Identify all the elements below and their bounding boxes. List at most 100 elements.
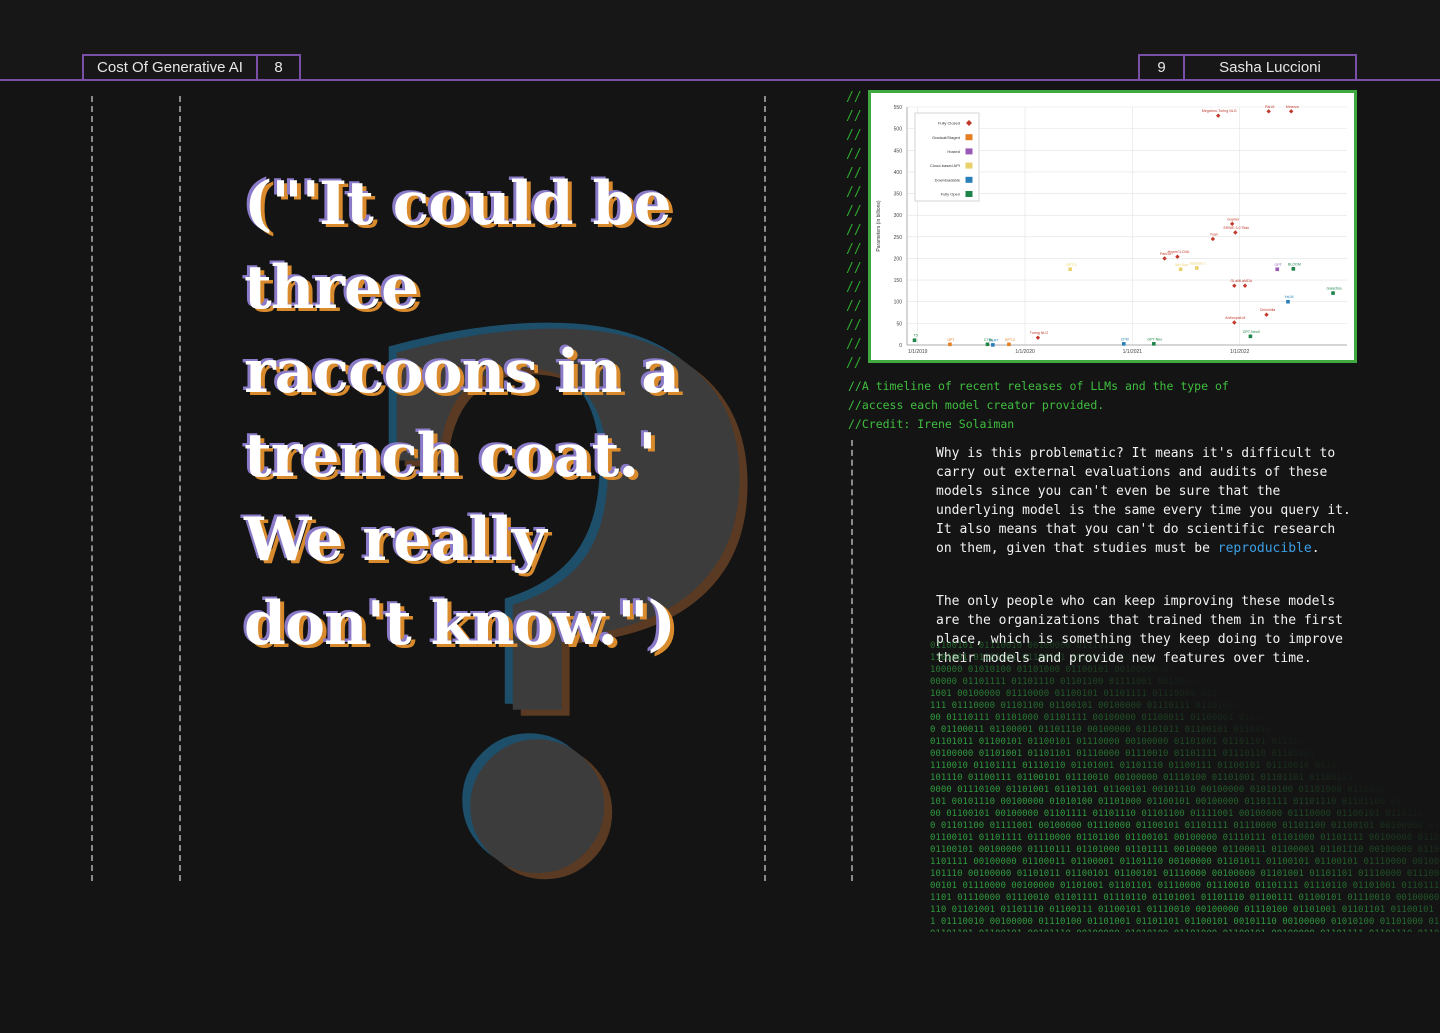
y-tick-label: 500	[894, 127, 903, 133]
y-tick-label: 0	[899, 343, 902, 349]
binary-row: 1 01110010 00100000 01110100 01101001 01…	[930, 917, 1440, 927]
y-tick-label: 400	[894, 170, 903, 176]
binary-row: 00101 01110000 00100000 01101001 0110110…	[930, 881, 1440, 891]
legend-swatch	[965, 148, 973, 155]
data-point	[912, 338, 917, 343]
data-point	[1162, 256, 1167, 261]
x-tick-label: 1/1/2021	[1123, 349, 1143, 355]
reproducible-link[interactable]: reproducible	[1218, 541, 1312, 556]
data-point	[1194, 266, 1199, 270]
chart-legend	[914, 112, 980, 202]
binary-row: 0000 01110100 01101001 01101101 01100101…	[930, 785, 1440, 795]
y-tick-label: 450	[894, 148, 903, 154]
y-tick-label: 350	[894, 192, 903, 198]
binary-row: 101110 00100000 01101011 01100101 011001…	[930, 869, 1440, 879]
data-point	[1242, 283, 1248, 288]
data-label: Minerva	[1286, 105, 1299, 109]
data-point	[1275, 267, 1280, 272]
running-author-right: Sasha Luccioni	[1183, 54, 1357, 79]
binary-row: 00 01110111 01101000 01101111 00100000 0…	[930, 713, 1440, 723]
data-point	[1232, 320, 1237, 325]
data-label: GLaM	[1230, 279, 1240, 283]
binary-row: 00 01100101 00100000 01101111 01101110 0…	[930, 809, 1440, 819]
data-label: AnthropicLM	[1225, 316, 1245, 320]
binary-row: 1101 01110000 01110010 01101111 01110110…	[930, 893, 1440, 903]
binary-row: 101110 01100111 01100101 01110010 001000…	[930, 773, 1440, 783]
data-label: Jurassic-1	[1190, 261, 1206, 265]
paragraph-text: Why is this problematic? It means it's d…	[936, 446, 1351, 556]
data-point	[1121, 342, 1126, 346]
binary-code-pattern: 01100101 01110010 00100000 01110100 0110…	[930, 640, 1440, 932]
paragraph-end: .	[1311, 541, 1320, 556]
data-point	[1068, 267, 1072, 272]
y-axis-label: Parameters (in billions)	[876, 200, 882, 251]
data-label: BLOOM	[1288, 262, 1301, 266]
y-tick-label: 200	[894, 256, 903, 262]
dashed-guide	[851, 440, 853, 881]
x-tick-label: 1/1/2020	[1015, 349, 1035, 355]
caption-line: //Credit: Irene Solaiman	[848, 417, 1015, 431]
data-point	[1216, 113, 1221, 118]
data-point	[1266, 109, 1271, 114]
code-comment-gutter: // // // // // // // // // // // // // /…	[846, 90, 862, 371]
data-point	[985, 342, 990, 347]
data-point	[1248, 334, 1253, 339]
legend-entry: Gradual/Staged	[932, 135, 960, 140]
data-point	[1035, 335, 1041, 340]
caption-line: //access each model creator provided.	[848, 398, 1105, 412]
y-tick-label: 250	[894, 235, 903, 241]
running-title-left: Cost Of Generative AI	[82, 54, 258, 79]
page-number-left: 8	[256, 54, 301, 79]
data-label: LaMDA	[1240, 279, 1253, 283]
figure-caption: //A timeline of recent releases of LLMs …	[848, 377, 1229, 434]
data-point	[1178, 267, 1183, 272]
data-point	[1288, 109, 1294, 114]
binary-row: 101 00101110 00100000 01010100 01101000 …	[930, 797, 1440, 807]
y-tick-label: 300	[894, 213, 903, 219]
data-label: PaLM	[1265, 105, 1274, 109]
binary-row: 0 01101100 01111001 00100000 01110000 01…	[930, 821, 1440, 831]
binary-row: 111 01110000 01101100 01100101 00100000 …	[930, 701, 1440, 711]
data-point	[1291, 267, 1296, 271]
binary-row: 1101001 01101101 01100101 00101110 00100…	[930, 653, 1440, 663]
binary-row: 1001 00100000 01110000 01100101 01101111…	[930, 689, 1440, 699]
legend-entry: Downloadable	[935, 177, 961, 182]
data-point	[1233, 230, 1238, 235]
data-point	[1152, 342, 1156, 346]
binary-row: 01100101 01110010 00100000 01110100 0110…	[930, 641, 1440, 651]
legend-swatch	[965, 191, 973, 197]
binary-row: 1101111 00100000 01100011 01100001 01101…	[930, 857, 1440, 867]
data-label: GPT-3	[1066, 263, 1076, 267]
legend-swatch	[965, 134, 973, 141]
data-point	[1331, 291, 1335, 295]
legend-entry: Fully Open	[941, 192, 960, 197]
data-label: Wu Dao	[1175, 263, 1188, 267]
legend-entry: Fully Closed	[938, 121, 960, 126]
legend-swatch	[965, 176, 973, 183]
binary-row: 01101101 01100101 00101110 00100000 0101…	[930, 928, 1440, 932]
x-tick-label: 1/1/2019	[908, 349, 928, 355]
running-author-text: Sasha Luccioni	[1219, 59, 1321, 76]
data-label: CTRL	[984, 338, 993, 342]
binary-row: 01101011 01100101 01100101 01110000 0010…	[930, 737, 1440, 747]
data-label: Chinchilla	[1260, 308, 1276, 312]
data-label: OPT	[1275, 263, 1283, 267]
data-label: HyperCLOVA	[1168, 250, 1190, 254]
data-label: Megatron-Turing NLG	[1202, 109, 1237, 113]
binary-row: 0 01100011 01100001 01101110 00100000 01…	[930, 725, 1440, 735]
data-label: ERNIE 3.0 Titan	[1223, 226, 1249, 230]
binary-row: 100000 01010100 01101000 01100101 001000…	[930, 665, 1440, 675]
legend-swatch	[965, 162, 973, 169]
body-paragraph-1: Why is this problematic? It means it's d…	[936, 444, 1356, 558]
data-point	[1210, 236, 1216, 242]
pull-quote: ("'It could be three raccoons in a trenc…	[244, 169, 680, 659]
binary-row: 00000 01101111 01101110 01101100 0111100…	[930, 677, 1440, 687]
y-tick-label: 550	[894, 105, 903, 111]
binary-row: 00100000 01101001 01101101 01110000 0111…	[930, 749, 1440, 759]
page-number-text: 9	[1157, 59, 1166, 76]
y-tick-label: 100	[894, 300, 903, 306]
data-label: YaLM	[1284, 295, 1293, 299]
data-label: GPT-NeoX	[1243, 330, 1261, 334]
y-tick-label: 150	[894, 278, 903, 284]
data-label: Yuan	[1210, 232, 1218, 236]
